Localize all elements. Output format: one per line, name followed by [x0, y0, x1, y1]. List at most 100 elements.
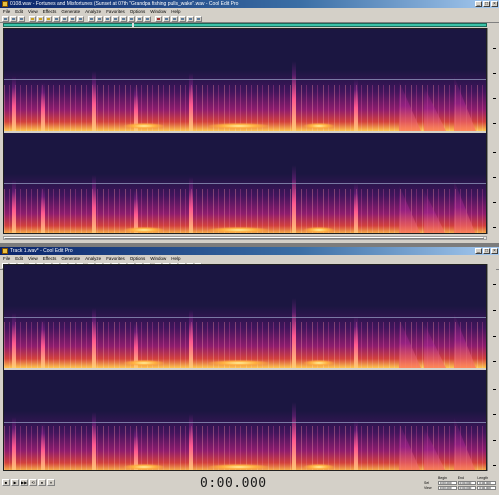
- pause-button[interactable]: ⏸: [47, 479, 55, 486]
- menu-effects[interactable]: Effects: [43, 255, 57, 262]
- toolbar-button[interactable]: [144, 15, 151, 22]
- toolbar-button[interactable]: [69, 15, 76, 22]
- menu-file[interactable]: File: [3, 255, 10, 262]
- waveform-overview[interactable]: [3, 23, 487, 27]
- menu-window[interactable]: Window: [150, 255, 166, 262]
- toolbar-button[interactable]: [29, 15, 36, 22]
- toolbar-button[interactable]: [45, 15, 52, 22]
- play-button[interactable]: ▶: [11, 479, 19, 486]
- selection-end-field[interactable]: 0:00.000: [457, 480, 477, 485]
- menu-bar: File Edit View Effects Generate Analyze …: [0, 8, 499, 15]
- fast-forward-button[interactable]: ▶▶: [20, 479, 28, 486]
- minimize-icon[interactable]: _: [475, 1, 482, 7]
- stop-button[interactable]: ■: [2, 479, 10, 486]
- ruler-tick: [493, 177, 496, 178]
- menu-favorites[interactable]: Favorites: [106, 255, 125, 262]
- record-button[interactable]: ●: [38, 479, 46, 486]
- toolbar-button[interactable]: [112, 15, 119, 22]
- spectral-view[interactable]: [3, 264, 487, 471]
- view-length-field[interactable]: 0:00.000: [477, 485, 496, 490]
- loop-button[interactable]: ⟲: [29, 479, 37, 486]
- scrollbar-thumb[interactable]: [4, 237, 484, 239]
- spectral-view[interactable]: [3, 28, 487, 234]
- selection-panel: Begin End Length Sel 0:00.000 0:00.000 0…: [424, 475, 496, 494]
- transient: [292, 165, 296, 233]
- menu-analyze[interactable]: Analyze: [85, 8, 101, 15]
- view-range-marker[interactable]: [132, 23, 134, 27]
- toolbar-button[interactable]: [179, 15, 186, 22]
- ruler-tick: [493, 440, 496, 441]
- close-icon[interactable]: ×: [491, 1, 498, 7]
- channel-left[interactable]: [4, 29, 486, 131]
- gridline: [4, 422, 486, 423]
- menu-effects[interactable]: Effects: [43, 8, 57, 15]
- menu-view[interactable]: View: [28, 255, 38, 262]
- toolbar-button[interactable]: [104, 15, 111, 22]
- menu-edit[interactable]: Edit: [15, 255, 23, 262]
- ruler-tick: [493, 310, 496, 311]
- app-icon: [2, 248, 8, 254]
- toolbar-button[interactable]: [163, 15, 170, 22]
- toolbar-group-effects: [155, 15, 202, 22]
- toolbar-button[interactable]: [155, 15, 162, 22]
- minimize-icon[interactable]: _: [475, 248, 482, 254]
- transient: [41, 83, 45, 131]
- menu-favorites[interactable]: Favorites: [106, 8, 125, 15]
- hot-spot: [124, 360, 164, 366]
- title-bar[interactable]: 0108.wav - Fortunes and Misfortunes (Sun…: [0, 0, 499, 8]
- channel-right[interactable]: [4, 133, 486, 233]
- menu-help[interactable]: Help: [171, 8, 180, 15]
- title-bar[interactable]: Track 1.wav* - Cool Edit Pro _ □ ×: [0, 247, 499, 255]
- toolbar-button[interactable]: [120, 15, 127, 22]
- hot-spot: [209, 227, 269, 233]
- transient: [92, 412, 96, 470]
- menu-edit[interactable]: Edit: [15, 8, 23, 15]
- ruler-tick: [493, 284, 496, 285]
- menu-bar: File Edit View Effects Generate Analyze …: [0, 255, 499, 262]
- selection-begin-field[interactable]: 0:00.000: [437, 480, 457, 485]
- toolbar-button[interactable]: [88, 15, 95, 22]
- close-icon[interactable]: ×: [491, 248, 498, 254]
- transient: [292, 298, 296, 368]
- toolbar-button[interactable]: [10, 15, 17, 22]
- menu-options[interactable]: Options: [130, 8, 146, 15]
- hot-spot: [304, 123, 334, 129]
- transient: [292, 61, 296, 131]
- ruler-tick: [493, 227, 496, 228]
- horizontal-scrollbar[interactable]: [3, 236, 487, 240]
- menu-help[interactable]: Help: [171, 255, 180, 262]
- menu-generate[interactable]: Generate: [61, 255, 80, 262]
- toolbar-button[interactable]: [195, 15, 202, 22]
- channel-left[interactable]: [4, 265, 486, 368]
- maximize-icon[interactable]: □: [483, 248, 490, 254]
- transient: [354, 183, 358, 233]
- menu-generate[interactable]: Generate: [61, 8, 80, 15]
- toolbar-button[interactable]: [96, 15, 103, 22]
- view-end-field[interactable]: 0:00.000: [457, 485, 477, 490]
- menu-analyze[interactable]: Analyze: [85, 255, 101, 262]
- view-begin-field[interactable]: 0:00.000: [437, 485, 457, 490]
- toolbar-button[interactable]: [187, 15, 194, 22]
- menu-options[interactable]: Options: [130, 255, 146, 262]
- ruler-tick: [493, 123, 496, 124]
- selection-length-field[interactable]: 0:00.000: [477, 480, 496, 485]
- toolbar-button[interactable]: [2, 15, 9, 22]
- selection-header: End: [457, 475, 464, 480]
- maximize-icon[interactable]: □: [483, 1, 490, 7]
- toolbar-button[interactable]: [37, 15, 44, 22]
- toolbar-button[interactable]: [171, 15, 178, 22]
- toolbar-button[interactable]: [61, 15, 68, 22]
- toolbar-button[interactable]: [18, 15, 25, 22]
- menu-window[interactable]: Window: [150, 8, 166, 15]
- toolbar-button[interactable]: [136, 15, 143, 22]
- view-row-label: View: [424, 485, 432, 490]
- selection-header: Begin: [438, 475, 447, 480]
- time-display: 0:00.000: [200, 476, 267, 491]
- toolbar-button[interactable]: [77, 15, 84, 22]
- toolbar-button[interactable]: [128, 15, 135, 22]
- menu-view[interactable]: View: [28, 8, 38, 15]
- toolbar-button[interactable]: [53, 15, 60, 22]
- menu-file[interactable]: File: [3, 8, 10, 15]
- frequency-ruler: [487, 28, 496, 234]
- channel-right[interactable]: [4, 370, 486, 470]
